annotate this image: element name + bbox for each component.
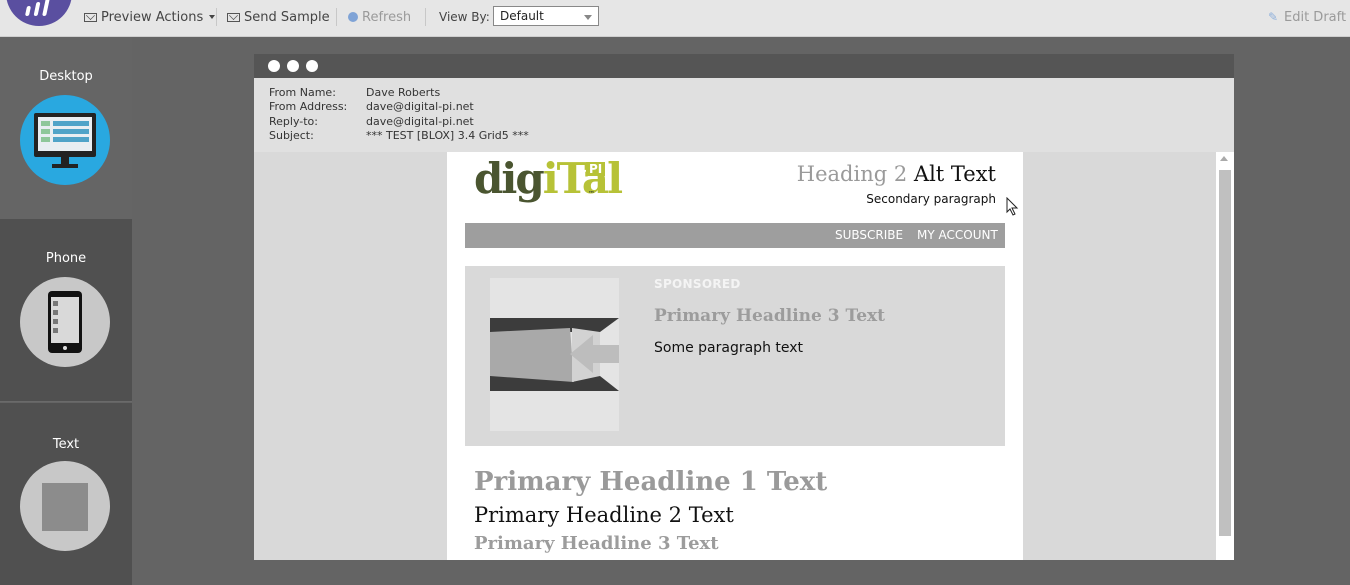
secondary-paragraph: Secondary paragraph — [866, 192, 996, 206]
trademark-mark: ™ — [588, 190, 595, 198]
email-headers: From Name: Dave Roberts From Address: da… — [254, 78, 1234, 152]
device-option-phone[interactable]: Phone — [0, 219, 132, 402]
brand-text-dark: dig — [474, 154, 545, 203]
subject-label: Subject: — [269, 129, 314, 142]
subject-value: *** TEST [BLOX] 3.4 Grid5 *** — [366, 129, 529, 142]
nav-link-my-account[interactable]: MY ACCOUNT — [917, 228, 998, 242]
refresh-label: Refresh — [362, 9, 412, 25]
edit-draft-label: Edit Draft — [1284, 9, 1347, 25]
heading-2-grey: Heading 2 — [796, 162, 908, 186]
send-sample-button[interactable]: Send Sample — [227, 8, 330, 26]
top-toolbar: Preview Actions Send Sample Refresh View… — [0, 0, 1350, 37]
sponsored-block: SPONSORED Primary Headline 3 Text Some p… — [465, 266, 1005, 446]
device-option-desktop[interactable]: Desktop — [0, 37, 132, 219]
nav-link-subscribe[interactable]: SUBSCRIBE — [835, 228, 903, 242]
primary-headline-3: Primary Headline 3 Text — [474, 533, 719, 554]
heading-2-dark: Alt Text — [913, 162, 996, 186]
refresh-icon — [348, 12, 358, 22]
wrench-icon: ✎ — [1268, 10, 1279, 24]
device-label: Text — [52, 437, 80, 452]
chevron-down-icon — [209, 15, 216, 19]
app-logo[interactable] — [6, 0, 72, 26]
from-address-value: dave@digital-pi.net — [366, 100, 474, 113]
desktop-monitor-icon — [20, 95, 110, 185]
device-selector-rail: Desktop Phone Text — [0, 37, 132, 585]
primary-headline-1: Primary Headline 1 Text — [474, 467, 828, 497]
view-by-label: View By: — [439, 10, 490, 24]
toolbar-divider — [216, 8, 217, 26]
mouse-cursor-icon — [1006, 197, 1019, 216]
preview-actions-menu[interactable]: Preview Actions — [84, 8, 216, 26]
from-address-label: From Address: — [269, 100, 348, 113]
text-page-icon — [20, 461, 110, 551]
refresh-button[interactable]: Refresh — [348, 8, 411, 26]
scroll-up-arrow-icon[interactable] — [1220, 156, 1228, 161]
scrollbar-thumb[interactable] — [1219, 170, 1231, 536]
sponsored-label: SPONSORED — [654, 277, 741, 291]
reply-to-value: dave@digital-pi.net — [366, 115, 474, 128]
email-preview-window: From Name: Dave Roberts From Address: da… — [254, 54, 1234, 560]
email-nav-bar: SUBSCRIBE MY ACCOUNT — [465, 223, 1005, 248]
toolbar-divider — [425, 8, 426, 26]
envelope-icon — [84, 12, 97, 22]
window-dot-icon — [268, 60, 280, 72]
brand-badge: PI — [586, 162, 606, 176]
sponsored-headline: Primary Headline 3 Text — [654, 306, 885, 326]
view-by-select[interactable]: Default — [493, 6, 599, 26]
send-mail-icon — [227, 12, 240, 22]
toolbar-divider — [336, 8, 337, 26]
preview-actions-label: Preview Actions — [101, 9, 204, 25]
from-name-value: Dave Roberts — [366, 86, 441, 99]
email-body: digiTal PI ™ Heading 2 Alt Text Secondar… — [447, 152, 1023, 560]
email-canvas: digiTal PI ™ Heading 2 Alt Text Secondar… — [254, 152, 1234, 560]
brand-text-accent: iTal — [542, 154, 623, 203]
sponsored-paragraph: Some paragraph text — [654, 340, 804, 356]
view-by-value: Default — [500, 9, 544, 23]
window-title-bar — [254, 54, 1234, 78]
device-label: Phone — [45, 251, 87, 266]
edit-draft-button[interactable]: ✎ Edit Draft — [1268, 8, 1346, 26]
send-sample-label: Send Sample — [244, 9, 330, 25]
phone-icon — [20, 277, 110, 367]
chevron-down-icon — [584, 15, 592, 20]
brand-logo[interactable]: digiTal PI ™ — [474, 154, 623, 203]
reply-to-label: Reply-to: — [269, 115, 318, 128]
image-placeholder-icon — [490, 278, 619, 431]
heading-2-alt: Heading 2 Alt Text — [797, 162, 996, 186]
window-dot-icon — [287, 60, 299, 72]
primary-headline-2: Primary Headline 2 Text — [474, 503, 734, 527]
window-dot-icon — [306, 60, 318, 72]
from-name-label: From Name: — [269, 86, 336, 99]
device-label: Desktop — [39, 69, 93, 84]
device-option-text[interactable]: Text — [0, 403, 132, 585]
